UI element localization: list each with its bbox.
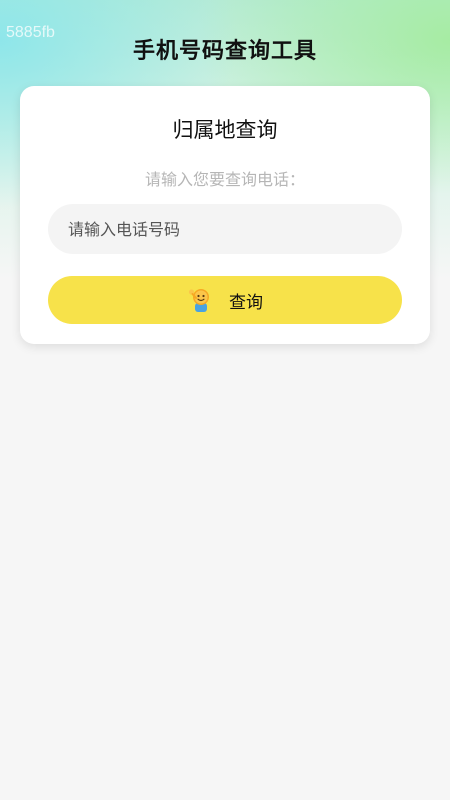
waving-character-icon	[187, 286, 215, 314]
query-button-label: 查询	[229, 292, 263, 313]
query-button[interactable]: 查询	[48, 276, 402, 324]
input-hint: 请输入您要查询电话：	[144, 170, 305, 189]
page-title: 手机号码查询工具	[132, 39, 317, 64]
lookup-card: 归属地查询 请输入您要查询电话： 查询	[20, 86, 430, 344]
card-title: 归属地查询	[172, 118, 278, 142]
phone-number-input[interactable]	[48, 204, 402, 254]
